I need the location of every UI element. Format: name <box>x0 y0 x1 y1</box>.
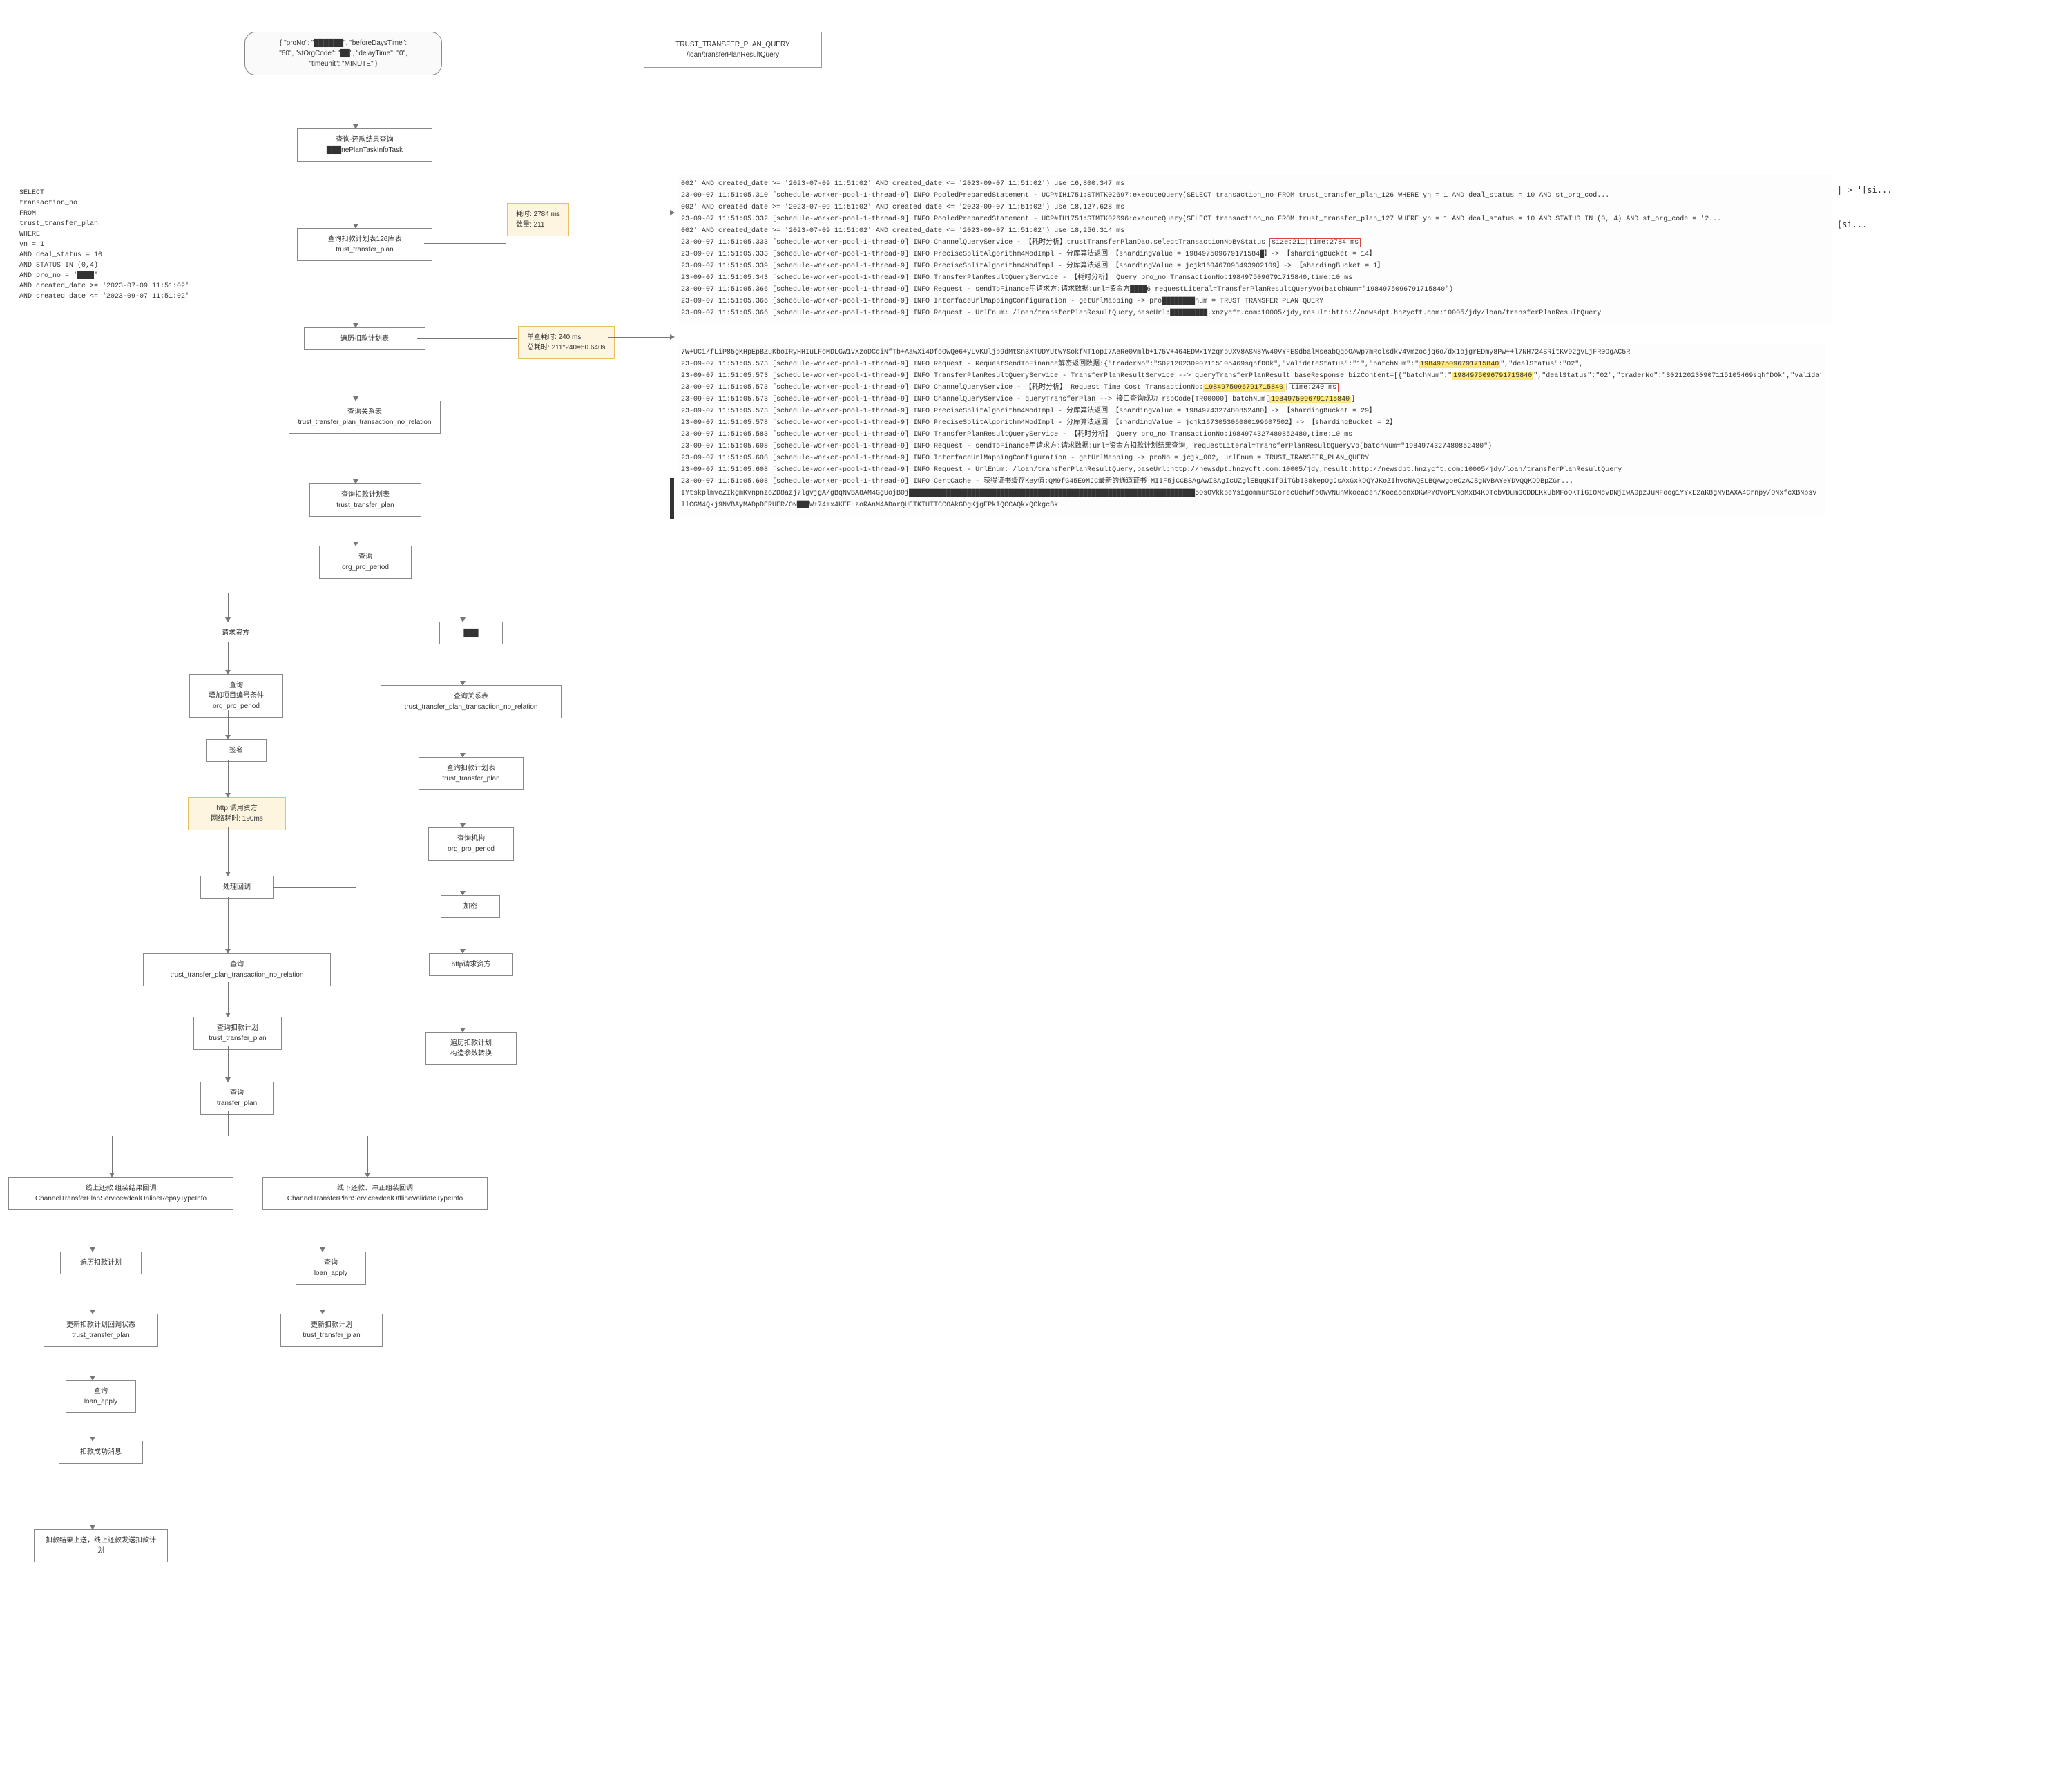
log-line: 23-09-07 11:51:05.332 [schedule-worker-p… <box>681 213 1828 225</box>
log-line: 23-09-07 11:51:05.608 [schedule-worker-p… <box>681 476 1821 488</box>
log-line: 23-09-07 11:51:05.339 [schedule-worker-p… <box>681 260 1828 272</box>
api-path: /loan/transferPlanResultQuery <box>657 50 809 60</box>
log-line: 002' AND created_date >= '2023-07-09 11:… <box>681 225 1828 237</box>
api-name: TRUST_TRANSFER_PLAN_QUERY <box>657 39 809 50</box>
params-json: { "proNo": "██████", "beforeDaysTime": "… <box>244 32 442 75</box>
task-update-plan-2: 更新扣款计划 trust_transfer_plan <box>280 1314 383 1347</box>
task-query-loanapply: 查询 loan_apply <box>66 1380 136 1413</box>
log-line: 23-09-07 11:51:05.333 [schedule-worker-p… <box>681 249 1828 260</box>
highlight-240: time:240 ms <box>1289 383 1339 392</box>
canvas: { "proNo": "██████", "beforeDaysTime": "… <box>0 0 2072 1782</box>
log-blob-2: IYtskplmveZIkgmKvnpnzoZD8azj7lgvjgA/gBqN… <box>681 488 1821 511</box>
log-line: 23-09-07 11:51:05.608 [schedule-worker-p… <box>681 464 1821 476</box>
task-query-relation: 查询关系表 trust_transfer_plan_transaction_no… <box>289 401 441 434</box>
log-line: 23-09-07 11:51:05.333 [schedule-worker-p… <box>681 237 1828 249</box>
pipe-2: [si... <box>1837 220 1867 229</box>
batch-num-hl: 1984975096791715840 <box>1269 396 1351 403</box>
api-box: TRUST_TRANSFER_PLAN_QUERY /loan/transfer… <box>644 32 822 68</box>
task-offline-validate: 线下还款、冲正组装回调 ChannelTransferPlanService#d… <box>262 1177 488 1210</box>
log-line: 23-09-07 11:51:05.573 [schedule-worker-p… <box>681 405 1821 417</box>
bracket-marker <box>670 478 674 519</box>
task-query-loanapply-2: 查询 loan_apply <box>296 1252 366 1285</box>
right-root: ███ <box>439 622 503 644</box>
pipe-1: | > '[si... <box>1837 185 1892 195</box>
task-http-call: http 调用资方 网络耗时: 190ms <box>188 797 286 830</box>
task-query-result: 查询-还款结果查询 ███nePlanTaskInfoTask <box>297 128 432 162</box>
log-line: 23-09-07 11:51:05.366 [schedule-worker-p… <box>681 296 1828 307</box>
log-line: 23-09-07 11:51:05.573 [schedule-worker-p… <box>681 370 1821 382</box>
right-http: http请求资方 <box>429 953 513 976</box>
task-sign: 签名 <box>206 739 267 762</box>
note-2784: 耗时: 2784 ms 数量: 211 <box>507 203 569 236</box>
log-line: 23-09-07 11:51:05.343 [schedule-worker-p… <box>681 272 1828 284</box>
task-query-plan-126: 查询扣款计划表126库表 trust_transfer_plan <box>297 228 432 261</box>
log-line: 23-09-07 11:51:05.366 [schedule-worker-p… <box>681 284 1828 296</box>
batch-num-hl: 1984975096791715840 <box>1419 361 1500 368</box>
task-query-orgproperiod-cond: 查询 增加项目编号条件 org_pro_period <box>189 674 283 718</box>
task-query-relation-2: 查询 trust_transfer_plan_transaction_no_re… <box>143 953 331 986</box>
task-update-plan-status: 更新扣款计划回调状态 trust_transfer_plan <box>44 1314 158 1347</box>
task-foreach-plan-2: 遍历扣款计划 <box>60 1252 142 1274</box>
highlight-size-time: size:211|time:2784 ms <box>1269 238 1361 247</box>
log-line: 23-09-07 11:51:05.608 [schedule-worker-p… <box>681 441 1821 452</box>
batch-num-hl: 1984975096791715840 <box>1452 372 1533 380</box>
task-query-plan-2: 查询扣款计划表 trust_transfer_plan <box>309 483 421 517</box>
task-foreach-plan: 遍历扣款计划表 <box>304 327 425 350</box>
log-line: 002' AND created_date >= '2023-07-09 11:… <box>681 178 1828 190</box>
log-panel-1: 002' AND created_date >= '2023-07-09 11:… <box>677 174 1832 323</box>
right-build-params: 遍历扣款计划 构造参数转换 <box>425 1032 517 1065</box>
log-line: 23-09-07 11:51:05.366 [schedule-worker-p… <box>681 307 1828 319</box>
note-240: 单查耗时: 240 ms 总耗时: 211*240=50.640s <box>518 326 615 359</box>
task-request-funder: 请求资方 <box>195 622 276 644</box>
right-encrypt: 加密 <box>441 895 500 918</box>
log-line: 23-09-07 11:51:05.578 [schedule-worker-p… <box>681 417 1821 429</box>
log-blob: 7W+UCi/fLiP85gKHpEpBZuKboIRyHHIuLFoMDLGW… <box>681 347 1821 358</box>
log-line: 23-09-07 11:51:05.573 [schedule-worker-p… <box>681 382 1821 394</box>
log-panel-2: 7W+UCi/fLiP85gKHpEpBZuKboIRyHHIuLFoMDLGW… <box>677 343 1825 515</box>
log-line: 23-09-07 11:51:05.608 [schedule-worker-p… <box>681 452 1821 464</box>
batch-num-hl: 1984975096791715840 <box>1203 384 1285 392</box>
task-success-msg: 扣款成功消息 <box>59 1441 143 1464</box>
task-handle-callback: 处理回调 <box>200 876 274 899</box>
right-query-plan: 查询扣款计划表 trust_transfer_plan <box>419 757 524 790</box>
task-query-transferplan: 查询 transfer_plan <box>200 1082 274 1115</box>
right-query-relation: 查询关系表 trust_transfer_plan_transaction_no… <box>381 685 562 718</box>
log-line: 002' AND created_date >= '2023-07-09 11:… <box>681 202 1828 213</box>
task-online-repay: 线上还款 组装结果回调 ChannelTransferPlanService#d… <box>8 1177 233 1210</box>
log-line: 23-09-07 11:51:05.310 [schedule-worker-p… <box>681 190 1828 202</box>
log-line: 23-09-07 11:51:05.583 [schedule-worker-p… <box>681 429 1821 441</box>
log-line: 23-09-07 11:51:05.573 [schedule-worker-p… <box>681 394 1821 405</box>
task-query-plan-3: 查询扣款计划 trust_transfer_plan <box>193 1017 282 1050</box>
task-send-plan: 扣款结果上送，线上还款发送扣款计划 <box>34 1529 168 1562</box>
right-query-org: 查询机构 org_pro_period <box>428 827 514 861</box>
task-query-orgproperiod: 查询 org_pro_period <box>319 546 412 579</box>
sql-block: SELECT transaction_no FROM trust_transfe… <box>19 188 189 302</box>
log-line: 23-09-07 11:51:05.573 [schedule-worker-p… <box>681 358 1821 370</box>
